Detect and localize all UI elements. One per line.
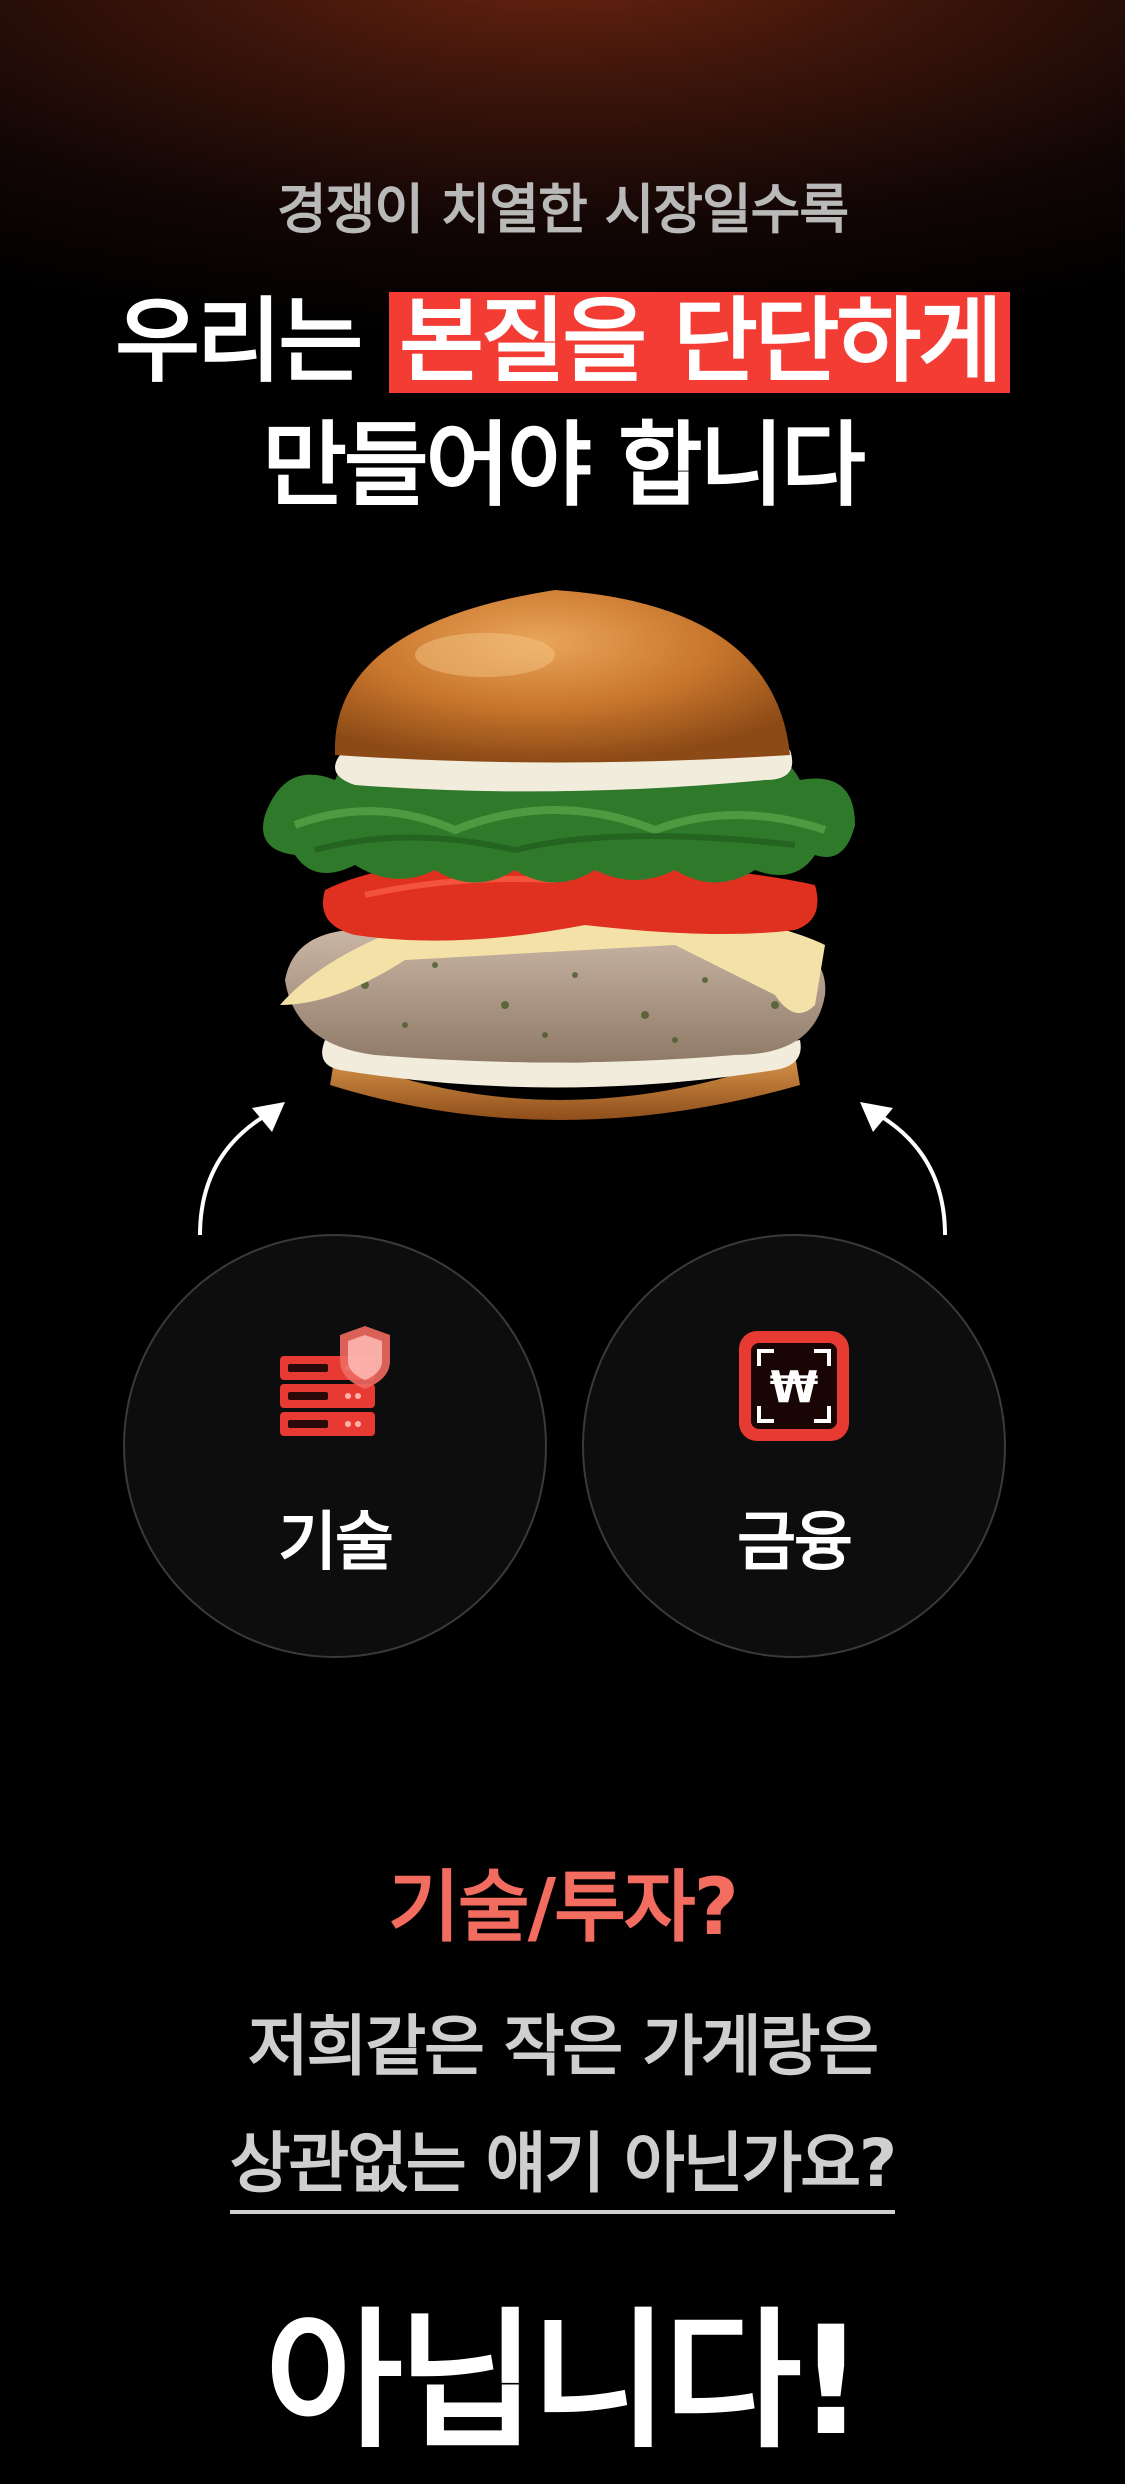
question-line-2-text: 상관없는 얘기 아닌가요? (229, 2125, 897, 2214)
question-line-1: 저희같은 작은 가게랑은 (247, 2008, 879, 2085)
headline-subtitle: 경쟁이 치열한 시장일수록 (276, 178, 849, 241)
pillar-technology: 기술 (123, 1234, 547, 1658)
svg-text:₩: ₩ (770, 1362, 819, 1413)
arrow-right-icon (860, 1102, 947, 1236)
burger-image (263, 590, 855, 1120)
headline-highlight: 본질을 단단하게 (389, 292, 1010, 393)
server-shield-icon (280, 1326, 390, 1436)
pillar-label-technology: 기술 (278, 1506, 394, 1580)
question-line-2: 상관없는 얘기 아닌가요? (0, 2110, 1125, 2214)
answer-text: 아닙니다! (264, 2295, 865, 2469)
pillar-finance: ₩ 금융 (582, 1234, 1006, 1658)
arrow-left-icon (198, 1102, 285, 1236)
headline-line-1: 우리는 본질을 단단하게 (0, 292, 1125, 393)
headline-line-2: 만들어야 합니다 (262, 412, 866, 519)
won-currency-icon: ₩ (739, 1331, 849, 1441)
question-title: 기술/투자? (388, 1863, 739, 1953)
headline-prefix: 우리는 (115, 288, 390, 395)
pillar-label-finance: 금융 (737, 1506, 853, 1580)
